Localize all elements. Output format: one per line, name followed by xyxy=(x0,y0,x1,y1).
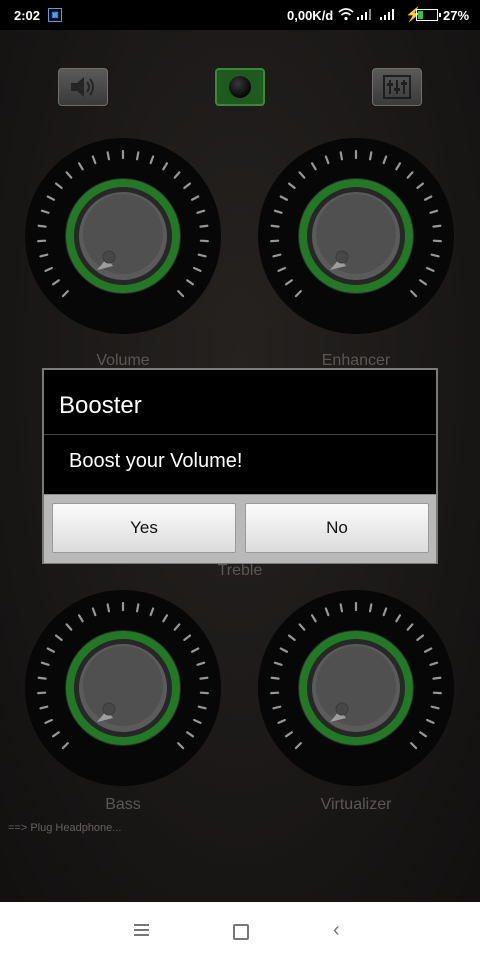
app-screen: Volume Enhancer Treble Bass Virtualizer … xyxy=(0,0,480,902)
dialog-button-bar: Yes No xyxy=(44,494,436,563)
wifi-icon xyxy=(338,8,354,21)
signal-icon xyxy=(357,9,371,20)
status-bar: 2:02 ▣ 0,00K/d ⚡ 27% xyxy=(0,0,480,30)
battery-icon xyxy=(416,9,441,21)
navigation-bar: ‹ xyxy=(0,902,480,960)
back-icon[interactable]: ‹ xyxy=(333,920,340,940)
dialog-title: Booster xyxy=(59,392,142,419)
dialog-divider xyxy=(44,434,436,435)
no-button[interactable]: No xyxy=(245,503,429,553)
battery-percent: 27% xyxy=(443,8,470,23)
signal-icon xyxy=(380,9,394,20)
status-time: 2:02 xyxy=(14,8,41,23)
network-speed: 0,00K/d xyxy=(287,8,334,23)
image-icon: ▣ xyxy=(48,8,62,22)
home-icon[interactable] xyxy=(233,924,249,940)
yes-button[interactable]: Yes xyxy=(52,503,236,553)
dialog-message: Boost your Volume! xyxy=(69,450,243,472)
booster-dialog: Booster Boost your Volume! Yes No xyxy=(42,368,438,564)
menu-icon[interactable] xyxy=(134,924,149,939)
battery-fill xyxy=(418,11,423,19)
